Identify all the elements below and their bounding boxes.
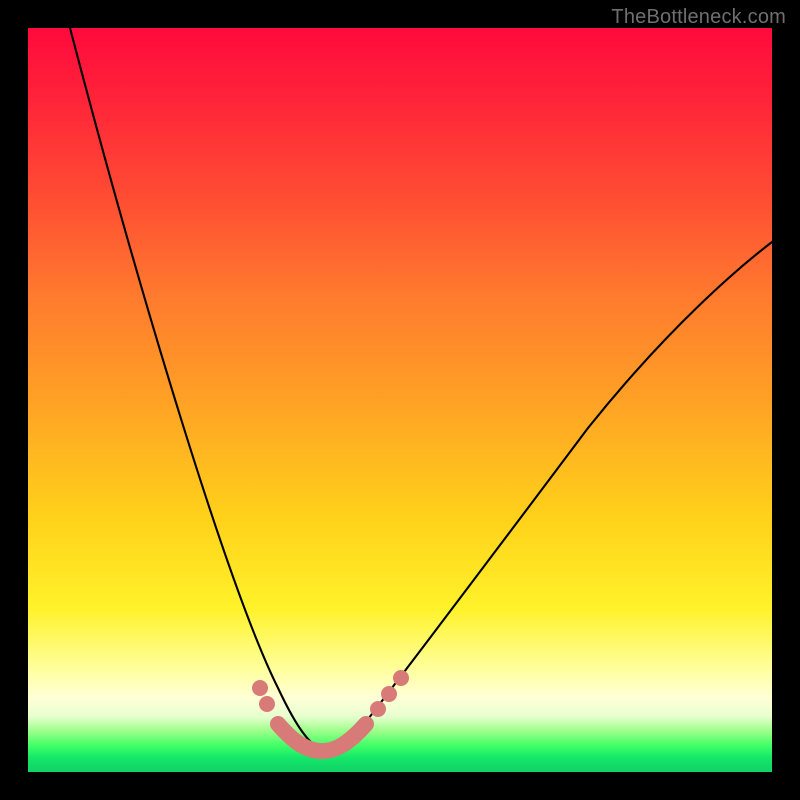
chart-plot-area <box>28 28 772 772</box>
outer-frame: TheBottleneck.com <box>0 0 800 800</box>
watermark-text: TheBottleneck.com <box>611 6 786 29</box>
bottleneck-curve-svg <box>28 28 772 772</box>
left-dot-cluster <box>252 680 275 712</box>
bottleneck-curve <box>70 28 772 751</box>
optimum-band <box>278 724 366 751</box>
right-dot-cluster <box>370 670 409 717</box>
